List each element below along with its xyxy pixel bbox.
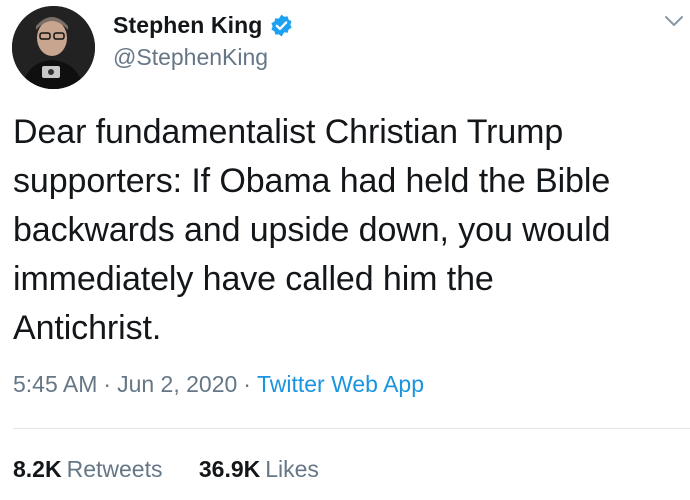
tweet-stats: 8.2K Retweets 36.9K Likes bbox=[13, 456, 319, 483]
retweets-stat[interactable]: 8.2K Retweets bbox=[13, 456, 162, 483]
tweet-source-link[interactable]: Twitter Web App bbox=[257, 371, 424, 397]
retweets-count: 8.2K bbox=[13, 456, 62, 482]
tweet-time[interactable]: 5:45 AM bbox=[13, 371, 97, 397]
chevron-down-icon[interactable] bbox=[664, 14, 684, 28]
display-name[interactable]: Stephen King bbox=[113, 12, 262, 39]
likes-stat[interactable]: 36.9K Likes bbox=[199, 456, 319, 483]
tweet-line: Antichrist. bbox=[13, 309, 162, 347]
retweets-label: Retweets bbox=[66, 456, 163, 482]
tweet-line: backwards and upside down, you would bbox=[13, 211, 611, 249]
tweet-date[interactable]: Jun 2, 2020 bbox=[117, 371, 237, 397]
name-row: Stephen King bbox=[113, 10, 294, 40]
tweet-card: Stephen King @StephenKing Dear fundament… bbox=[0, 0, 690, 500]
tweet-line: Dear fundamentalist Christian Trump bbox=[13, 113, 564, 151]
tweet-line: immediately have called him the bbox=[13, 260, 494, 298]
author-block: Stephen King @StephenKing bbox=[113, 10, 294, 71]
tweet-text: Dear fundamentalist Christian Trump supp… bbox=[13, 108, 673, 353]
avatar[interactable] bbox=[12, 6, 95, 89]
verified-badge-icon bbox=[269, 13, 294, 38]
tweet-line: supporters: If Obama had held the Bible bbox=[13, 162, 611, 200]
likes-count: 36.9K bbox=[198, 456, 261, 482]
meta-separator: · bbox=[103, 371, 112, 397]
tweet-meta: 5:45 AM · Jun 2, 2020 · Twitter Web App bbox=[13, 371, 424, 398]
likes-label: Likes bbox=[265, 456, 319, 482]
meta-separator: · bbox=[243, 371, 251, 397]
handle[interactable]: @StephenKing bbox=[113, 44, 294, 71]
divider bbox=[13, 428, 690, 429]
